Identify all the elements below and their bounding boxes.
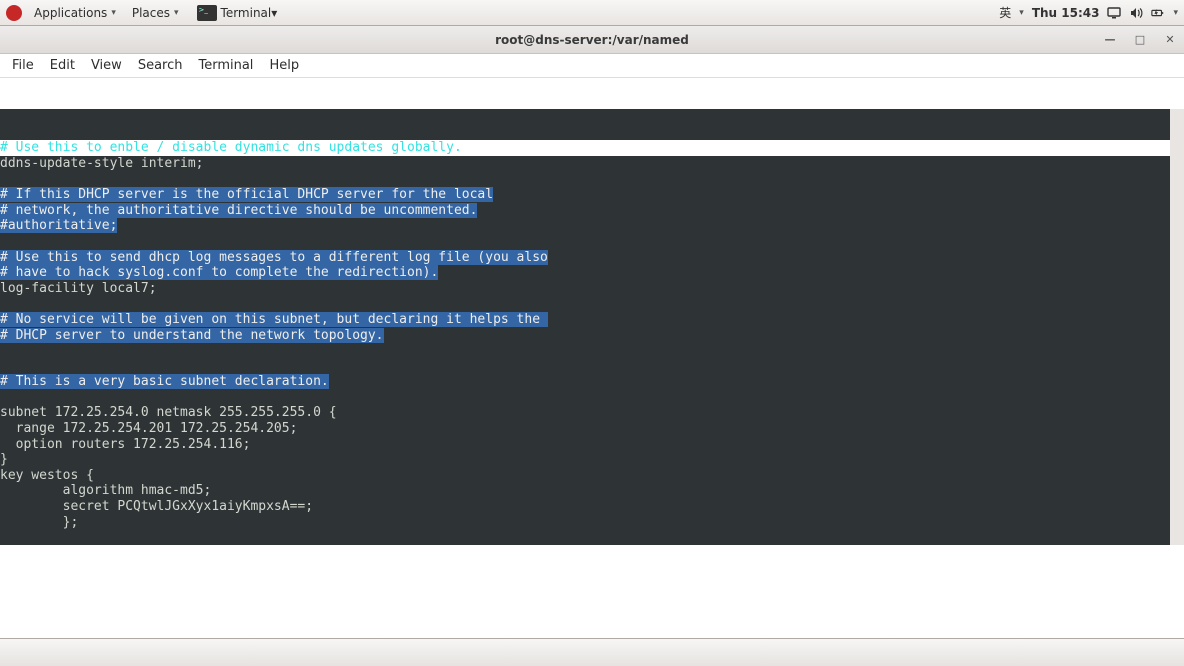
chevron-down-icon: ▾ [111,8,116,18]
battery-icon[interactable] [1151,6,1165,20]
editor-line: } [0,452,1170,468]
editor-line: }; [0,515,1170,531]
editor-line: # DHCP server to understand the network … [0,328,1170,344]
window-title: root@dns-server:/var/named [495,33,689,47]
editor-line: # Use this to enble / disable dynamic dn… [0,140,1170,156]
chevron-down-icon: ▾ [1019,8,1024,18]
menu-help[interactable]: Help [261,58,307,73]
editor-line: # If this DHCP server is the official DH… [0,187,1170,203]
maximize-button[interactable]: □ [1132,33,1148,46]
bottom-taskbar [0,638,1184,666]
terminal-icon [197,5,217,21]
menu-view[interactable]: View [83,58,130,73]
gnome-top-panel: Applications ▾ Places ▾ Terminal ▾ 英 ▾ T… [0,0,1184,26]
editor-line: # This is a very basic subnet declaratio… [0,374,1170,390]
editor-line: #authoritative; [0,218,1170,234]
editor-line [0,359,1170,375]
terminal-menubar: File Edit View Search Terminal Help [0,54,1184,78]
ime-indicator[interactable]: 英 [999,4,1011,21]
clock[interactable]: Thu 15:43 [1032,6,1100,20]
editor-line: option routers 172.25.254.116; [0,437,1170,453]
distro-logo-icon [6,5,22,21]
active-app-indicator[interactable]: Terminal ▾ [189,5,286,21]
chevron-down-icon: ▾ [1173,8,1178,18]
editor-line [0,390,1170,406]
editor-line [0,530,1170,545]
editor-line: secret PCQtwlJGxXyx1aiyKmpxsA==; [0,499,1170,515]
editor-line: # Use this to send dhcp log messages to … [0,250,1170,266]
places-menu[interactable]: Places ▾ [124,6,187,20]
chevron-down-icon: ▾ [174,8,179,18]
editor-line: algorithm hmac-md5; [0,483,1170,499]
menu-edit[interactable]: Edit [42,58,83,73]
editor-line: subnet 172.25.254.0 netmask 255.255.255.… [0,405,1170,421]
editor-line: # have to hack syslog.conf to complete t… [0,265,1170,281]
editor-line: key westos { [0,468,1170,484]
applications-menu[interactable]: Applications ▾ [26,6,124,20]
editor-line: # network, the authoritative directive s… [0,203,1170,219]
editor-line: ddns-update-style interim; [0,156,1170,172]
editor-line [0,172,1170,188]
editor-line: # No service will be given on this subne… [0,312,1170,328]
active-app-label: Terminal [221,6,272,20]
editor-line: range 172.25.254.201 172.25.254.205; [0,421,1170,437]
menu-terminal[interactable]: Terminal [190,58,261,73]
editor-line [0,234,1170,250]
menu-file[interactable]: File [4,58,42,73]
volume-icon[interactable] [1129,6,1143,20]
menu-search[interactable]: Search [130,58,191,73]
editor-line [0,296,1170,312]
terminal-viewport[interactable]: # Use this to enble / disable dynamic dn… [0,78,1184,666]
places-menu-label: Places [132,6,170,20]
scrollbar-thumb[interactable] [1171,109,1183,539]
system-tray: 英 ▾ Thu 15:43 ▾ [999,4,1178,21]
display-icon[interactable] [1107,6,1121,20]
editor-line [0,343,1170,359]
editor-line: log-facility local7; [0,281,1170,297]
close-button[interactable]: ✕ [1162,33,1178,46]
applications-menu-label: Applications [34,6,107,20]
minimize-button[interactable]: — [1102,33,1118,46]
window-titlebar[interactable]: root@dns-server:/var/named — □ ✕ [0,26,1184,54]
chevron-down-icon: ▾ [271,6,277,20]
